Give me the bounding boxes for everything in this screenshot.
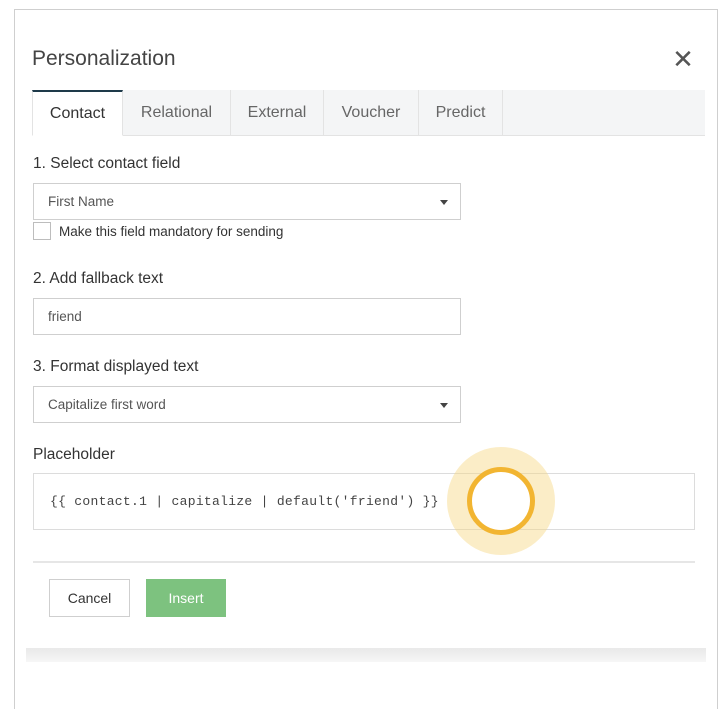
dialog-title: Personalization <box>32 47 176 70</box>
tab-voucher[interactable]: Voucher <box>324 90 419 135</box>
mandatory-checkbox[interactable] <box>33 222 51 240</box>
mandatory-checkbox-label: Make this field mandatory for sending <box>59 223 284 239</box>
fallback-input[interactable] <box>33 298 461 335</box>
click-ring <box>467 467 535 535</box>
mandatory-row: Make this field mandatory for sending <box>33 222 283 240</box>
fallback-label: 2. Add fallback text <box>33 270 164 287</box>
click-highlight <box>447 447 555 555</box>
placeholder-code[interactable]: {{ contact.1 | capitalize | default('fri… <box>33 473 695 530</box>
dialog-footer-bar <box>26 648 706 662</box>
close-icon[interactable]: ✕ <box>670 46 696 72</box>
contact-field-selected-value: First Name <box>48 194 115 209</box>
tab-contact[interactable]: Contact <box>32 90 123 136</box>
cancel-button[interactable]: Cancel <box>49 579 130 617</box>
insert-button[interactable]: Insert <box>146 579 226 617</box>
format-selected-value: Capitalize first word <box>48 397 166 412</box>
tab-predict[interactable]: Predict <box>419 90 503 135</box>
divider <box>33 561 695 563</box>
contact-field-label: 1. Select contact field <box>33 155 181 172</box>
chevron-down-icon <box>440 200 448 205</box>
tab-relational[interactable]: Relational <box>123 90 231 135</box>
contact-field-select[interactable]: First Name <box>33 183 461 220</box>
format-label: 3. Format displayed text <box>33 358 199 375</box>
tab-bar: Contact Relational External Voucher Pred… <box>32 90 705 136</box>
placeholder-label: Placeholder <box>33 446 115 463</box>
tab-external[interactable]: External <box>231 90 324 135</box>
chevron-down-icon <box>440 403 448 408</box>
format-select[interactable]: Capitalize first word <box>33 386 461 423</box>
